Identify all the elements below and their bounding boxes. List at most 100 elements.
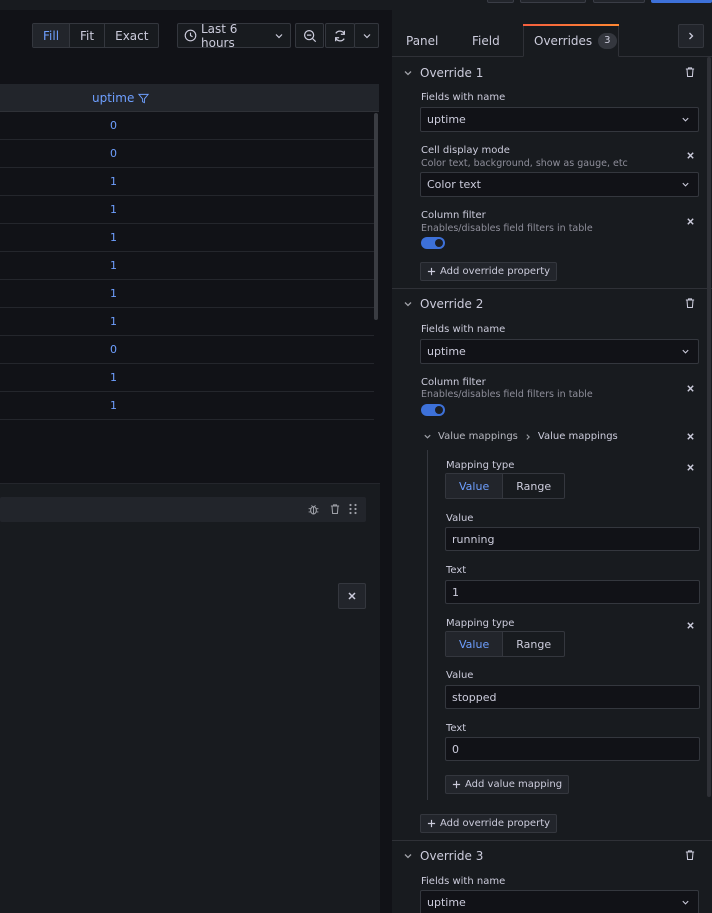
filter-icon[interactable] [138, 93, 150, 104]
apply-button-stub[interactable] [651, 0, 712, 3]
matcher-select[interactable]: uptime [420, 890, 699, 913]
mapping-value-input[interactable]: stopped [445, 685, 700, 709]
toolbar-button-stub[interactable] [520, 0, 586, 3]
trash-icon[interactable] [684, 297, 696, 309]
mapping-type-range[interactable]: Range [503, 632, 564, 656]
view-mode-fit[interactable]: Fit [70, 24, 106, 47]
cell-display-mode-select[interactable]: Color text [420, 172, 699, 197]
mapping-type-range[interactable]: Range [503, 474, 564, 498]
mapping-text-input[interactable]: 0 [445, 737, 700, 761]
overrides-count-badge: 3 [598, 32, 617, 49]
input-value: 0 [452, 742, 459, 756]
mapping-type-label: Mapping type [446, 618, 515, 629]
mapping-value-input[interactable]: running [445, 527, 700, 551]
refresh-button[interactable] [325, 23, 355, 48]
matcher-label: Fields with name [421, 324, 506, 335]
chevron-down-icon [423, 432, 432, 441]
matcher-select[interactable]: uptime [420, 339, 699, 364]
override-title: Override 1 [420, 66, 484, 80]
close-icon[interactable] [684, 215, 696, 227]
mapping-type-value[interactable]: Value [446, 632, 504, 656]
table-row: 1 [0, 168, 374, 196]
add-override-property-button[interactable]: Add override property [420, 814, 558, 833]
chevron-down-icon [362, 31, 372, 41]
toolbar-button-stub[interactable] [593, 0, 645, 3]
bug-icon[interactable] [306, 502, 320, 516]
override-title: Override 2 [420, 297, 484, 311]
table-panel: uptime 0 0 1 1 1 1 1 1 0 1 1 [0, 84, 379, 420]
mapping-type-value[interactable]: Value [446, 474, 504, 498]
chevron-down-icon [681, 180, 690, 189]
override-3-header[interactable]: Override 3 [392, 843, 712, 871]
tab-label: Panel [406, 33, 439, 48]
chevron-down-icon [681, 347, 690, 356]
drag-handle-icon[interactable] [346, 502, 360, 516]
column-header-uptime[interactable]: uptime [92, 91, 150, 105]
tab-overrides[interactable]: Overrides 3 [523, 24, 619, 57]
pane-splitter[interactable] [380, 10, 392, 913]
view-mode-exact[interactable]: Exact [105, 24, 158, 47]
add-value-mapping-button[interactable]: Add value mapping [445, 775, 570, 794]
matcher-label: Fields with name [421, 876, 506, 887]
table-cell: 1 [110, 175, 117, 188]
matcher-select[interactable]: uptime [420, 107, 699, 132]
select-value: uptime [427, 896, 466, 909]
chevron-down-icon [681, 115, 690, 124]
table-row: 0 [0, 336, 374, 364]
zoom-out-button[interactable] [295, 23, 324, 48]
close-icon[interactable] [684, 430, 696, 442]
close-icon[interactable] [684, 619, 696, 631]
override-2-header[interactable]: Override 2 [392, 291, 712, 319]
input-value: stopped [452, 690, 497, 704]
close-icon[interactable] [684, 461, 696, 473]
tab-label: Field [472, 33, 500, 48]
property-label: Cell display mode [421, 145, 510, 156]
value-mappings-breadcrumb[interactable]: Value mappings Value mappings [423, 431, 618, 442]
active-tab-indicator [523, 24, 619, 26]
mapping-type-label: Mapping type [446, 460, 515, 471]
zoom-out-icon [303, 29, 317, 43]
tab-label: Overrides [534, 33, 593, 48]
trash-icon[interactable] [328, 502, 342, 516]
query-editor-section [0, 483, 380, 913]
button-label: Add override property [440, 818, 551, 829]
chevron-down-icon [681, 898, 690, 907]
plus-icon [427, 267, 436, 276]
property-label: Column filter [421, 377, 486, 388]
close-icon[interactable] [684, 149, 696, 161]
options-scrollbar[interactable] [707, 57, 711, 797]
table-row: 1 [0, 252, 374, 280]
tab-field[interactable]: Field [462, 24, 510, 57]
table-cell: 1 [110, 315, 117, 328]
toolbar-button-stub[interactable] [487, 0, 514, 3]
tab-panel[interactable]: Panel [396, 24, 448, 57]
column-filter-toggle[interactable] [421, 237, 445, 249]
column-filter-toggle[interactable] [421, 404, 445, 416]
time-range-picker[interactable]: Last 6 hours [177, 22, 291, 50]
close-icon[interactable] [684, 382, 696, 394]
property-description: Enables/disables field filters in table [421, 223, 593, 234]
trash-icon[interactable] [684, 849, 696, 861]
refresh-interval-button[interactable] [354, 23, 379, 48]
property-label: Column filter [421, 210, 486, 221]
mapping-text-label: Text [446, 723, 467, 734]
table-row: 1 [0, 196, 374, 224]
add-override-property-button[interactable]: Add override property [420, 262, 558, 281]
remove-query-button[interactable] [338, 583, 366, 609]
table-scrollbar[interactable] [374, 113, 378, 320]
collapse-pane-button[interactable] [678, 24, 704, 48]
table-cell: 1 [110, 287, 117, 300]
trash-icon[interactable] [684, 66, 696, 78]
override-title: Override 3 [420, 849, 484, 863]
table-row: 1 [0, 224, 374, 252]
column-title: uptime [92, 91, 135, 105]
view-mode-fill[interactable]: Fill [33, 24, 71, 47]
chevron-right-icon [686, 31, 696, 41]
button-label: Add value mapping [465, 779, 563, 790]
mapping-text-input[interactable]: 1 [445, 580, 700, 604]
query-row-header[interactable] [0, 497, 366, 522]
override-1-header[interactable]: Override 1 [392, 60, 712, 88]
chevron-down-icon [403, 299, 413, 309]
panel-toolbar: Fill Fit Exact Last 6 hours [0, 10, 392, 60]
plus-icon [452, 780, 461, 789]
